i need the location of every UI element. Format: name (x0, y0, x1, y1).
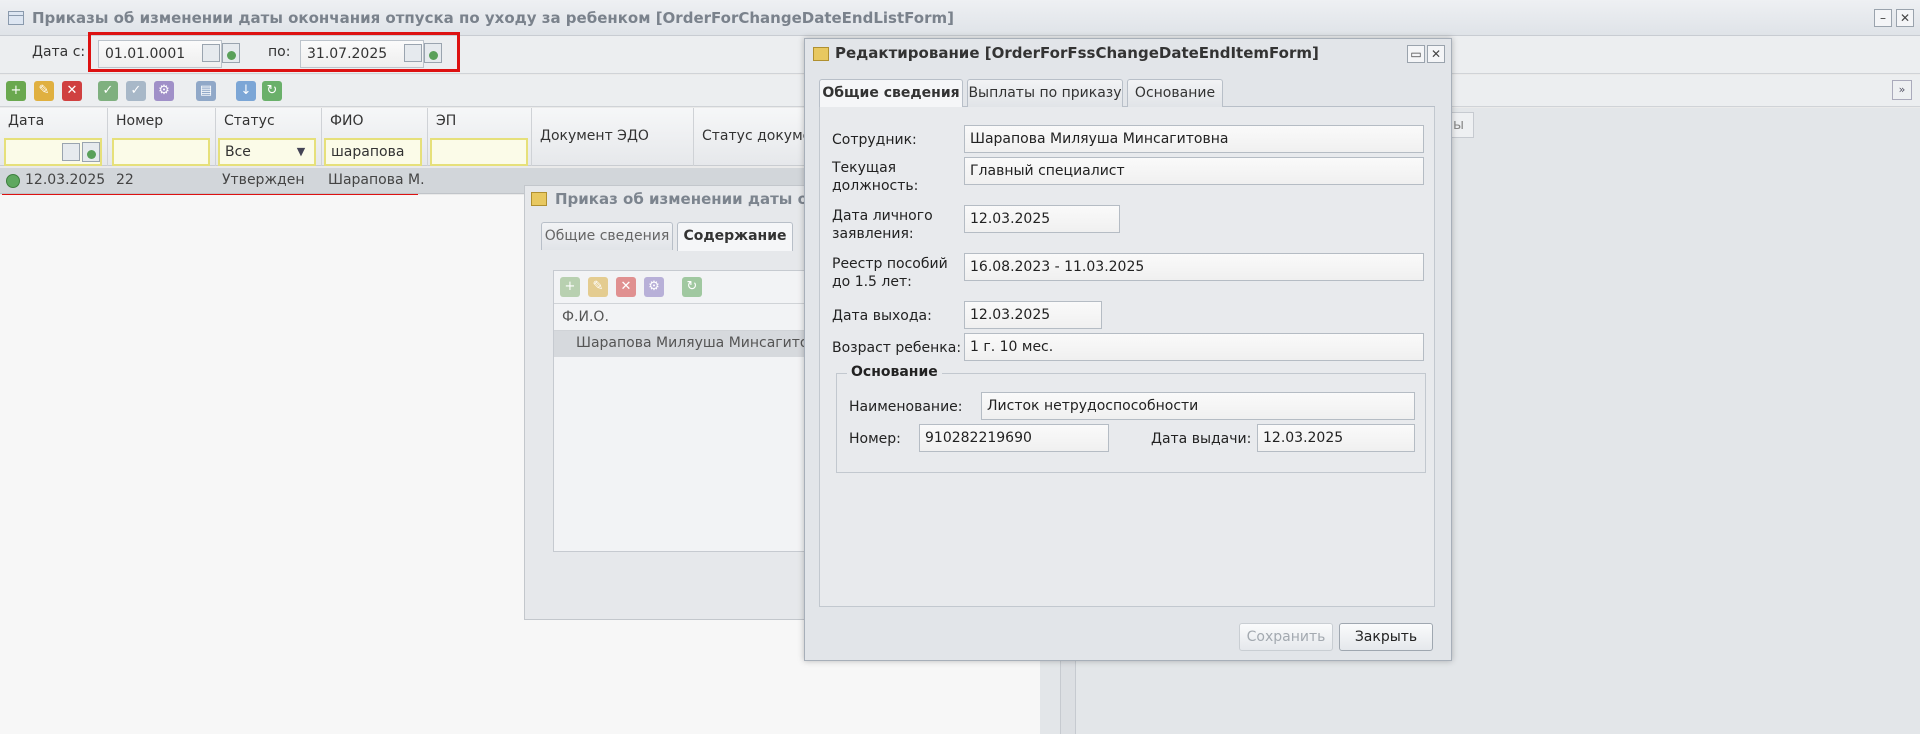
issue-date-label: Дата выдачи: (1151, 431, 1252, 447)
actions-icon[interactable]: ⚙ (644, 277, 664, 297)
actions-icon[interactable]: ⚙ (154, 81, 174, 101)
number-filter-input[interactable] (112, 138, 210, 166)
child-age-label: Возраст ребенка: (832, 340, 962, 356)
child-age-field[interactable]: 1 г. 10 мес. (964, 333, 1424, 361)
approve-icon[interactable]: ✓ (98, 81, 118, 101)
close-main-window-button[interactable]: ✕ (1896, 9, 1914, 27)
application-date-label-line1: Дата личного (832, 208, 933, 224)
bg-tab-content[interactable]: Содержание (677, 222, 793, 251)
tab-general[interactable]: Общие сведения (819, 79, 963, 108)
date-from-label: Дата с: (32, 44, 86, 60)
edit-window-icon (813, 47, 829, 61)
approved-status-icon (6, 174, 20, 188)
list-item[interactable]: Шарапова Миляуша Минсагитовна (554, 331, 834, 357)
application-date-field[interactable]: 12.03.2025 (964, 205, 1120, 233)
basis-name-field[interactable]: Листок нетрудоспособности (981, 392, 1415, 420)
order-window-background: Приказ об изменении даты оконча Общие св… (524, 185, 859, 620)
date-picker-green-icon[interactable] (82, 142, 100, 162)
position-field[interactable]: Главный специалист (964, 157, 1424, 185)
close-button[interactable]: Закрыть (1339, 623, 1433, 651)
chevron-down-icon[interactable]: ▼ (292, 143, 310, 161)
maximize-button[interactable]: ▭ (1407, 45, 1425, 63)
modal-form: Сотрудник: Шарапова Миляуша Минсагитовна… (819, 107, 1435, 607)
modal-titlebar: Редактирование [OrderForFssChangeDateEnd… (805, 39, 1451, 67)
edit-window-icon (531, 192, 547, 206)
basis-number-label: Номер: (849, 431, 901, 447)
basis-legend: Основание (847, 364, 942, 380)
highlight-box (88, 32, 460, 72)
add-icon[interactable]: + (6, 81, 26, 101)
calendar-icon[interactable] (62, 143, 80, 161)
column-edo-document[interactable]: Документ ЭДО (532, 108, 694, 166)
row-date: 12.03.2025 (25, 172, 105, 188)
row-fio: Шарапова М... (328, 172, 424, 188)
export-icon[interactable]: ↓ (236, 81, 256, 101)
return-date-label: Дата выхода: (832, 308, 932, 324)
main-window-titlebar: Приказы об изменении даты окончания отпу… (0, 0, 1920, 36)
modal-tabs: Общие сведения Выплаты по приказу Основа… (819, 75, 1435, 108)
bg-tab-general[interactable]: Общие сведения (541, 222, 673, 250)
registry-label-line1: Реестр пособий (832, 256, 948, 272)
position-label-line1: Текущая (832, 160, 897, 176)
issue-date-field[interactable]: 12.03.2025 (1257, 424, 1415, 452)
fio-filter-input[interactable]: шарапова (324, 138, 422, 166)
return-date-field[interactable]: 12.03.2025 (964, 301, 1102, 329)
basis-number-field[interactable]: 910282219690 (919, 424, 1109, 452)
edit-modal: Редактирование [OrderForFssChangeDateEnd… (804, 38, 1452, 661)
basis-name-label: Наименование: (849, 399, 963, 415)
row-number: 22 (116, 172, 134, 188)
basis-fieldset: Основание Наименование: Листок нетрудосп… (836, 364, 1426, 473)
main-window-title: Приказы об изменении даты окончания отпу… (32, 8, 954, 27)
save-button[interactable]: Сохранить (1239, 623, 1333, 651)
bg-column-fio: Ф.И.О. (562, 309, 609, 325)
tab-payments[interactable]: Выплаты по приказу (967, 79, 1123, 107)
application-date-label-line2: заявления: (832, 226, 914, 242)
modal-title: Редактирование [OrderForFssChangeDateEnd… (835, 44, 1319, 62)
print-icon[interactable]: ▤ (196, 81, 216, 101)
tab-basis[interactable]: Основание (1127, 79, 1223, 107)
row-status: Утвержден (222, 172, 305, 188)
signature-filter-input[interactable] (430, 138, 528, 166)
edit-icon[interactable]: ✎ (588, 277, 608, 297)
position-label-line2: должность: (832, 178, 919, 194)
delete-icon[interactable]: ✕ (62, 81, 82, 101)
close-modal-icon[interactable]: ✕ (1427, 45, 1445, 63)
registry-field[interactable]: 16.08.2023 - 11.03.2025 (964, 253, 1424, 281)
refresh-icon[interactable]: ↻ (262, 81, 282, 101)
edit-icon[interactable]: ✎ (34, 81, 54, 101)
expand-panel-icon[interactable]: » (1892, 80, 1912, 100)
registry-label-line2: до 1.5 лет: (832, 274, 912, 290)
delete-icon[interactable]: ✕ (616, 277, 636, 297)
employee-label: Сотрудник: (832, 132, 917, 148)
employee-field[interactable]: Шарапова Миляуша Минсагитовна (964, 125, 1424, 153)
add-icon[interactable]: + (560, 277, 580, 297)
window-list-icon (8, 10, 24, 25)
unapprove-icon[interactable]: ✓ (126, 81, 146, 101)
minimize-button[interactable]: – (1874, 9, 1892, 27)
refresh-icon[interactable]: ↻ (682, 277, 702, 297)
